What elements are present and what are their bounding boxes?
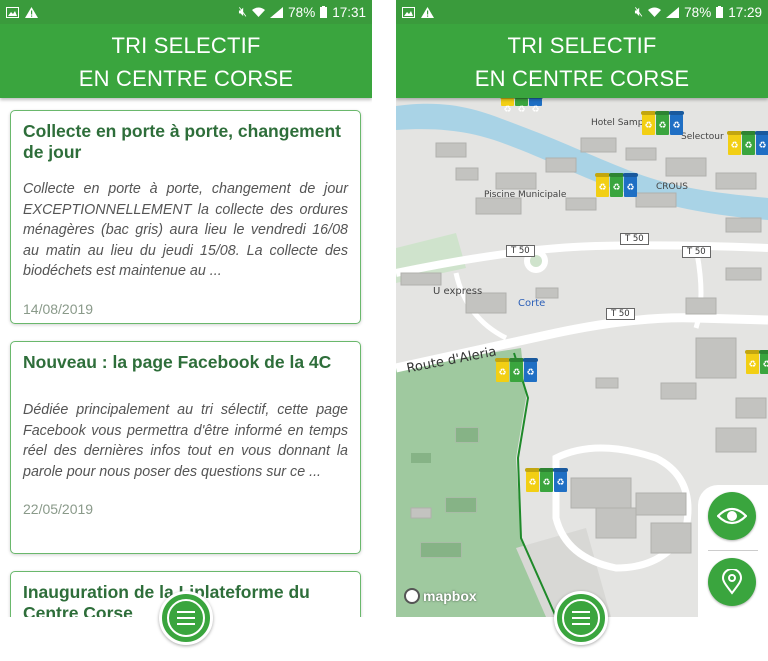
mute-icon: 🔇︎ — [634, 4, 644, 19]
mapbox-logo-icon — [404, 588, 420, 604]
road — [693, 247, 704, 329]
app-title-line-1: TRI SELECTIF — [507, 33, 657, 58]
map-pin-icon — [721, 569, 743, 595]
mute-icon: 🔇︎ — [238, 4, 248, 19]
toggle-visibility-button[interactable] — [708, 492, 756, 540]
recycling-point-marker[interactable] — [496, 361, 537, 382]
eye-icon — [717, 507, 747, 525]
app-title-line-2: EN CENTRE CORSE — [474, 66, 690, 91]
recycling-point-marker[interactable] — [596, 176, 637, 197]
road-tag: T 50 — [620, 233, 649, 245]
screens-container: 🔇︎ 78% 17:31 TRI SELECTIF EN CENTRE CORS… — [0, 0, 768, 661]
recycling-point-marker[interactable] — [746, 353, 768, 374]
warning-icon — [421, 6, 434, 18]
mapbox-attribution[interactable]: mapbox — [404, 588, 477, 604]
road-tag: T 50 — [506, 245, 535, 257]
battery-percentage: 78% — [288, 4, 316, 20]
menu-button[interactable] — [159, 591, 213, 645]
app-title-bar: TRI SELECTIF EN CENTRE CORSE — [396, 24, 768, 98]
recycling-point-marker[interactable] — [501, 98, 542, 115]
map-label-u-express: U express — [433, 286, 483, 297]
news-card-date: 22/05/2019 — [23, 501, 94, 517]
hamburger-menu-icon — [562, 599, 600, 637]
wifi-icon — [648, 7, 662, 17]
news-card-title: Nouveau : la page Facebook de la 4C — [23, 352, 332, 372]
road-tag: T 50 — [606, 308, 635, 320]
news-card-date: 14/08/2019 — [23, 300, 94, 317]
map-label-selectour: Selectour — [681, 132, 724, 142]
menu-button[interactable] — [554, 591, 608, 645]
clock: 17:29 — [728, 4, 762, 20]
signal-icon — [270, 6, 284, 18]
signal-icon — [666, 6, 680, 18]
news-card-excerpt: Dédiée principalement au tri sélectif, c… — [23, 402, 348, 480]
news-card[interactable]: Nouveau : la page Facebook de la 4C Dédi… — [10, 341, 361, 554]
road-tag: T 50 — [682, 246, 711, 258]
warning-icon — [25, 6, 38, 18]
app-title-line-1: TRI SELECTIF — [111, 33, 261, 58]
status-bar: 🔇︎ 78% 17:29 — [396, 0, 768, 24]
news-card-excerpt: Collecte en porte à porte, changement de… — [23, 181, 348, 279]
clock: 17:31 — [332, 4, 366, 20]
map-controls-divider — [708, 550, 758, 551]
app-title-line-2: EN CENTRE CORSE — [78, 66, 294, 91]
recycling-point-marker[interactable] — [728, 134, 768, 155]
map-label-piscine: Piscine Municipale — [484, 190, 567, 200]
image-notification-icon — [6, 6, 19, 18]
app-title-bar: TRI SELECTIF EN CENTRE CORSE — [0, 24, 372, 98]
map-screen: 🔇︎ 78% 17:29 TRI SELECTIF EN CENTRE CORS… — [396, 0, 768, 617]
news-list[interactable]: Collecte en porte à porte, changement de… — [0, 98, 372, 617]
battery-percentage: 78% — [684, 4, 712, 20]
locate-me-button[interactable] — [708, 558, 756, 606]
recycling-point-marker[interactable] — [526, 471, 567, 492]
mapbox-attribution-label: mapbox — [423, 588, 477, 604]
image-notification-icon — [402, 6, 415, 18]
recycling-point-marker[interactable] — [642, 114, 683, 135]
map-label-crous: CROUS — [656, 182, 688, 192]
status-bar: 🔇︎ 78% 17:31 — [0, 0, 372, 24]
news-screen: 🔇︎ 78% 17:31 TRI SELECTIF EN CENTRE CORS… — [0, 0, 372, 617]
news-card-title: Collecte en porte à porte, changement de… — [23, 121, 341, 162]
map-label-corte-station: Corte — [518, 298, 546, 309]
wifi-icon — [252, 7, 266, 17]
hamburger-menu-icon — [167, 599, 205, 637]
map-label-hotel: Hotel Sampi — [591, 118, 646, 128]
battery-icon — [716, 6, 724, 18]
battery-icon — [320, 6, 328, 18]
news-card[interactable]: Collecte en porte à porte, changement de… — [10, 110, 361, 324]
